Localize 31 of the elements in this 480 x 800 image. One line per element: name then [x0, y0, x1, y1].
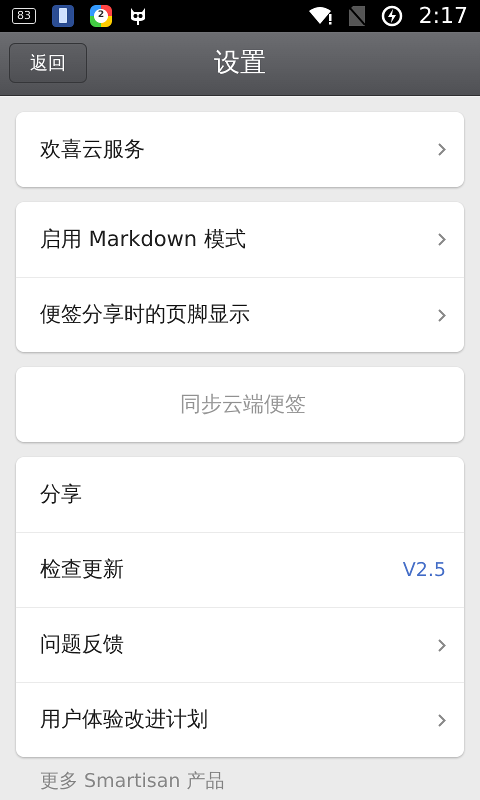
item-label: 问题反馈: [40, 631, 124, 658]
chevron-icon: [438, 143, 446, 156]
chevron-icon: [438, 233, 446, 246]
settings-item[interactable]: 欢喜云服务: [16, 112, 464, 187]
app-icon: 2: [94, 9, 108, 23]
settings-item[interactable]: 问题反馈: [16, 607, 464, 682]
phone-icon: [52, 5, 74, 27]
screen-title: 设置: [214, 47, 266, 80]
settings-item[interactable]: 用户体验改进计划: [16, 682, 464, 757]
item-label: 启用 Markdown 模式: [40, 226, 246, 253]
no-sim-icon: [348, 6, 365, 26]
charging-icon: [380, 5, 403, 27]
back-button[interactable]: 返回: [9, 43, 87, 83]
item-label: 欢喜云服务: [40, 136, 145, 163]
settings-item[interactable]: 分享: [16, 457, 464, 532]
chevron-icon: [438, 308, 446, 322]
status-time: 2:17: [418, 2, 468, 30]
chevron-icon: [438, 638, 446, 652]
battery-icon: 83: [12, 8, 36, 24]
settings-item[interactable]: 检查更新 V2.5: [16, 532, 464, 607]
item-label: 便签分享时的页脚显示: [40, 301, 250, 328]
wifi-icon: [308, 7, 333, 25]
item-label: 用户体验改进计划: [40, 706, 208, 734]
section-footer: 更多 Smartisan 产品: [0, 770, 480, 793]
settings-item[interactable]: 启用 Markdown 模式: [16, 202, 464, 277]
version-label: V2.5: [402, 558, 446, 583]
chevron-icon: [438, 714, 446, 726]
settings-item[interactable]: 便签分享时的页脚显示: [16, 277, 464, 352]
item-label: 检查更新: [40, 556, 124, 584]
item-label: 分享: [40, 480, 82, 508]
robot-icon: [128, 6, 148, 26]
